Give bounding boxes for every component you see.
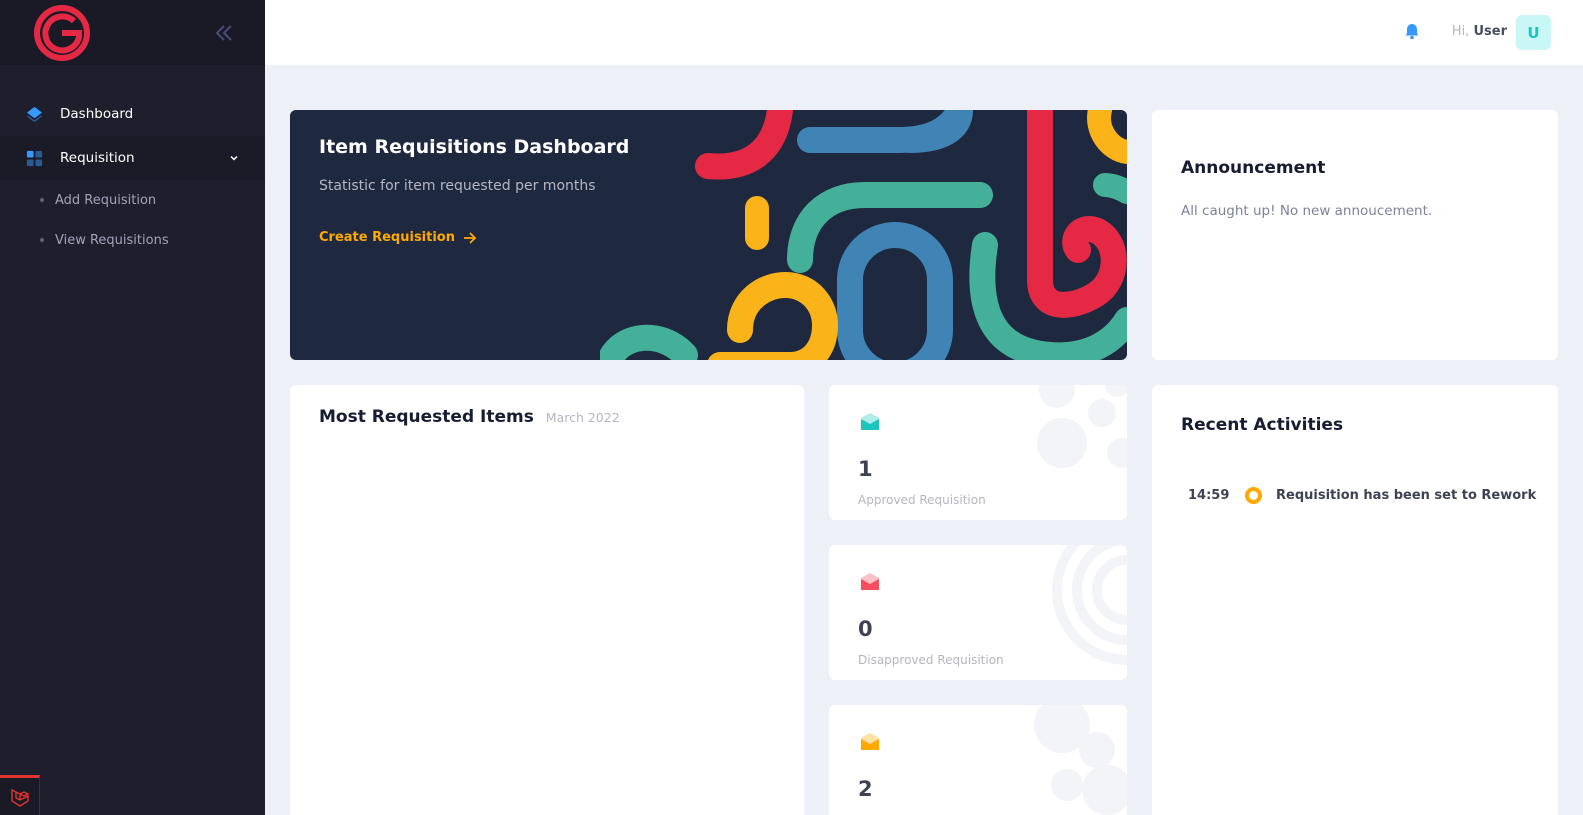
stat-card-disapproved: 0 Disapproved Requisition — [829, 545, 1127, 680]
timeline-time: 14:59 — [1188, 488, 1230, 503]
laravel-icon — [10, 788, 30, 807]
sidebar-item-label: Requisition — [60, 150, 135, 166]
stat-card-approved: 1 Approved Requisition — [829, 385, 1127, 520]
most-requested-card: Most Requested Items March 2022 — [290, 385, 804, 815]
sidebar: Dashboard Requisition Add Requisition Vi… — [0, 0, 265, 815]
avatar[interactable]: U — [1516, 15, 1551, 50]
dashboard-hero-card: Item Requisitions Dashboard Statistic fo… — [290, 110, 1127, 360]
recent-activities-card: Recent Activities 14:59 Requisition has … — [1152, 385, 1558, 815]
chevron-down-icon — [230, 155, 238, 161]
timeline-item: 14:59 Requisition has been set to Rework — [1188, 487, 1536, 504]
page-title: Item Requisitions Dashboard — [319, 136, 630, 158]
envelope-icon — [861, 733, 879, 750]
envelope-icon — [861, 413, 879, 430]
grid-icon — [26, 150, 43, 166]
bullet-dot — [40, 198, 44, 202]
top-header: Hi, User U — [265, 0, 1583, 65]
decorative-shapes-illustration — [600, 110, 1127, 360]
sidebar-menu: Dashboard Requisition Add Requisition Vi… — [0, 92, 265, 260]
stat-label: Approved Requisition — [858, 493, 986, 507]
decorative-rings-icon — [1052, 545, 1127, 665]
announcement-text: All caught up! No new annoucement. — [1181, 203, 1433, 219]
stat-value: 1 — [858, 457, 873, 481]
announcement-card: Announcement All caught up! No new annou… — [1152, 110, 1558, 360]
create-requisition-link[interactable]: Create Requisition — [319, 230, 477, 245]
sidebar-item-dashboard[interactable]: Dashboard — [0, 92, 265, 136]
stat-card-pending: 2 — [829, 705, 1127, 815]
envelope-icon — [861, 573, 879, 590]
recent-activities-title: Recent Activities — [1181, 415, 1344, 435]
most-requested-title-text: Most Requested Items — [319, 407, 534, 427]
debugbar-toggle-button[interactable] — [0, 775, 40, 815]
sidebar-subitem-add-requisition[interactable]: Add Requisition — [0, 180, 265, 220]
most-requested-title: Most Requested Items March 2022 — [319, 407, 620, 427]
stat-label: Disapproved Requisition — [858, 653, 1004, 667]
collapse-sidebar-icon[interactable] — [213, 22, 235, 44]
stat-value: 2 — [858, 777, 873, 801]
layers-icon — [26, 106, 43, 122]
brand-logo-icon[interactable] — [33, 4, 91, 62]
user-name: User — [1473, 24, 1507, 39]
timeline-text: Requisition has been set to Rework — [1276, 488, 1537, 503]
bell-icon[interactable] — [1403, 22, 1421, 40]
sidebar-subitem-view-requisitions[interactable]: View Requisitions — [0, 220, 265, 260]
sidebar-item-requisition[interactable]: Requisition — [0, 136, 265, 180]
create-requisition-label: Create Requisition — [319, 230, 455, 245]
arrow-right-icon — [464, 231, 477, 244]
decorative-circles-icon — [1037, 385, 1127, 468]
announcement-title: Announcement — [1181, 158, 1326, 178]
greeting-text: Hi, — [1451, 24, 1470, 39]
user-greeting[interactable]: Hi, User — [1452, 24, 1507, 39]
sidebar-brand — [0, 0, 265, 65]
most-requested-period: March 2022 — [545, 410, 620, 425]
stat-value: 0 — [858, 617, 873, 641]
sidebar-subitem-label: Add Requisition — [55, 192, 157, 208]
hero-subtitle: Statistic for item requested per months — [319, 178, 596, 194]
bullet-dot — [40, 238, 44, 242]
decorative-blob-icon — [1034, 705, 1127, 815]
sidebar-subitem-label: View Requisitions — [55, 232, 169, 248]
timeline-dot-icon — [1245, 487, 1262, 504]
sidebar-item-label: Dashboard — [60, 106, 134, 122]
